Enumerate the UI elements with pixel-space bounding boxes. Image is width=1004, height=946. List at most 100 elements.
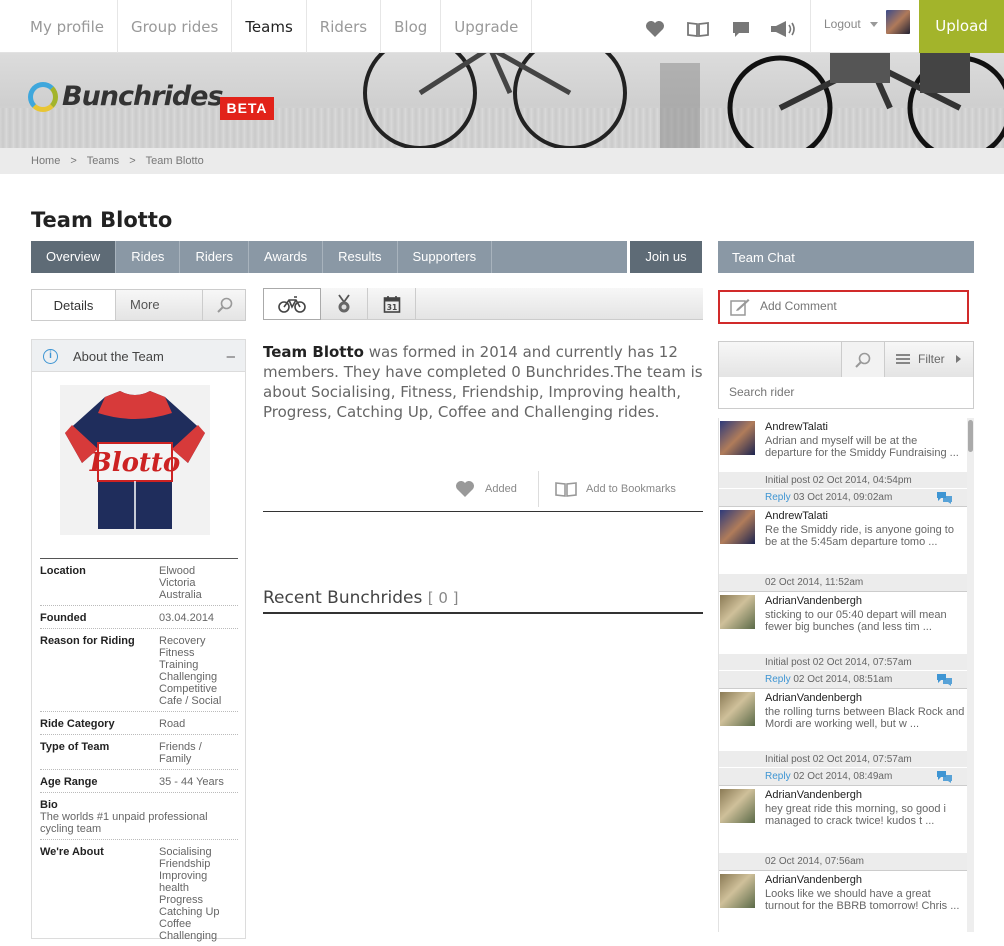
filter-button[interactable]: Filter [895,352,963,366]
collapse-icon[interactable]: – [227,340,235,374]
post-text: the rolling turns between Black Rock and… [765,706,965,730]
tab-supporters[interactable]: Supporters [398,241,493,273]
detail-label: Bio [40,799,58,811]
content-icon-tabs: 31 [263,288,703,320]
breadcrumb-home[interactable]: Home [31,155,60,167]
nav-group-rides[interactable]: Group rides [118,0,233,53]
chat-bubble-icon[interactable] [719,14,762,44]
breadcrumb-current: Team Blotto [145,155,204,167]
post-text: Looks like we should have a great turnou… [765,888,960,912]
avatar[interactable] [720,421,755,455]
avatar[interactable] [720,595,755,629]
tab-more[interactable]: More [130,290,160,320]
tab-details[interactable]: Details [32,290,116,320]
detail-value: Road [159,718,186,730]
add-comment-box[interactable] [718,290,969,324]
nav-upgrade[interactable]: Upgrade [441,0,533,53]
post-author[interactable]: AdrianVandenbergh [765,874,862,886]
hero-banner: Bunchrides BETA [0,53,1004,148]
search-rider-input[interactable] [729,385,959,399]
nav-blog[interactable]: Blog [381,0,442,53]
post-footer: 02 Oct 2014, 07:56am [719,853,968,870]
brand-logo[interactable]: Bunchrides [28,81,224,112]
tab-rides[interactable]: Rides [116,241,181,273]
megaphone-icon[interactable] [762,14,805,44]
detail-value: Recovery Fitness Training Challenging Co… [159,635,222,707]
tab-results[interactable]: Results [323,241,398,273]
team-actions: Added Add to Bookmarks [263,471,703,512]
detail-value: The worlds #1 unpaid professional cyclin… [40,811,208,835]
tab-riders[interactable]: Riders [180,241,250,273]
search-icon[interactable] [841,342,885,377]
post-author[interactable]: AdrianVandenbergh [765,692,862,704]
team-jersey-image: Blotto [60,385,210,535]
svg-text:31: 31 [386,303,396,312]
top-navbar: My profile Group rides Teams Riders Blog… [0,0,1004,53]
upload-button[interactable]: Upload [919,0,1004,53]
comments-icon[interactable] [937,492,952,504]
detail-value: Elwood Victoria Australia [159,565,202,601]
post-author[interactable]: AdrianVandenbergh [765,789,862,801]
post-text: Re the Smiddy ride, is anyone going to b… [765,524,954,548]
tab-overview[interactable]: Overview [31,241,117,273]
logout-menu[interactable]: Logout [810,0,918,53]
detail-row-bio: Bio The worlds #1 unpaid professional cy… [40,793,238,840]
detail-label: Ride Category [40,718,115,730]
about-team-header[interactable]: i About the Team – [32,340,245,372]
post-text: hey great ride this morning, so good i m… [765,803,946,827]
post-footer: Initial post 02 Oct 2014, 04:54pm Reply … [719,472,968,506]
reply-link[interactable]: Reply [765,492,791,503]
avatar[interactable] [720,874,755,908]
chat-scrollbar[interactable] [967,418,974,932]
nav-teams[interactable]: Teams [232,0,307,53]
bookmark-label: Add to Bookmarks [586,483,676,495]
post-initial: Initial post 02 Oct 2014, 07:57am [719,654,968,671]
info-icon: i [43,349,58,364]
add-to-bookmarks-button[interactable]: Add to Bookmarks [538,471,676,507]
detail-row-founded: Founded 03.04.2014 [40,606,238,629]
avatar[interactable] [720,510,755,544]
detail-label: Reason for Riding [40,635,135,647]
search-icon[interactable] [202,290,246,320]
scrollbar-thumb[interactable] [968,420,973,452]
calendar-icon[interactable]: 31 [368,288,416,320]
team-tabs: Overview Rides Riders Awards Results Sup… [31,241,627,273]
heart-icon [456,481,474,497]
join-us-button[interactable]: Join us [630,241,702,273]
avatar[interactable] [886,10,910,34]
detail-label: Founded [40,612,87,624]
post-date: 02 Oct 2014, 07:56am [765,856,864,867]
reply-link[interactable]: Reply [765,674,791,685]
nav-my-profile[interactable]: My profile [17,0,118,53]
add-comment-input[interactable] [760,299,960,313]
avatar[interactable] [720,789,755,823]
details-subtabs: Details More [31,289,246,321]
nav-riders[interactable]: Riders [307,0,382,53]
added-button[interactable]: Added [455,480,517,498]
post-date: 02 Oct 2014, 11:52am [765,577,864,588]
tab-awards[interactable]: Awards [249,241,324,273]
comments-icon[interactable] [937,771,952,783]
post-footer: Initial post 02 Oct 2014, 07:57am Reply … [719,751,968,785]
top-icons [633,14,805,44]
chat-post: AndrewTalati Adrian and myself will be a… [719,418,968,507]
detail-value: 35 - 44 Years [159,776,224,788]
chat-post: AdrianVandenbergh the rolling turns betw… [719,689,968,786]
main-nav: My profile Group rides Teams Riders Blog… [17,0,533,53]
reply-link[interactable]: Reply [765,771,791,782]
search-rider-box[interactable] [718,377,974,409]
bike-icon[interactable] [263,288,321,320]
breadcrumb: Home > Teams > Team Blotto [0,148,1004,174]
comments-icon[interactable] [937,674,952,686]
post-date: 03 Oct 2014, 09:02am [793,492,893,503]
avatar[interactable] [720,692,755,726]
breadcrumb-teams[interactable]: Teams [87,155,119,167]
detail-row-age: Age Range 35 - 44 Years [40,770,238,793]
medal-icon[interactable] [321,288,368,320]
post-author[interactable]: AndrewTalati [765,510,828,522]
post-author[interactable]: AndrewTalati [765,421,828,433]
post-author[interactable]: AdrianVandenbergh [765,595,862,607]
detail-value: Friends / Family [159,741,202,765]
book-icon[interactable] [676,14,719,44]
heart-icon[interactable] [633,14,676,44]
